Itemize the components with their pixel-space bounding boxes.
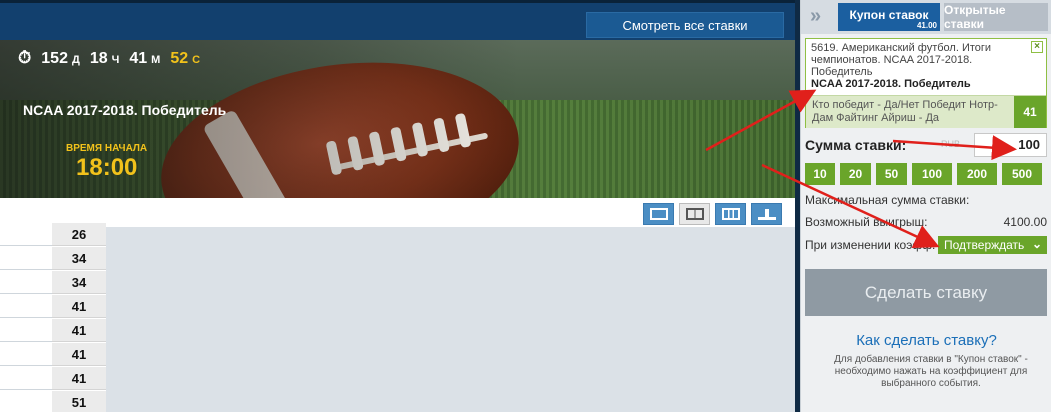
odds-row: 41 (0, 342, 106, 366)
quick-stake-button[interactable]: 200 (957, 163, 997, 185)
timer-hours: 18 (89, 50, 108, 67)
quick-stake-buttons: 10 20 50 100 200 500 (805, 163, 1042, 185)
odd-value[interactable]: 41 (52, 343, 106, 366)
odds-row: 51 (0, 390, 106, 412)
tab-coupon-label: Купон ставок (849, 8, 929, 22)
timer-hours-unit: Ч (111, 54, 120, 66)
countdown-timer: ⏱ 152 Д 18 Ч 41 М 52 С (18, 48, 206, 68)
view-mode-switcher (643, 203, 782, 225)
chevron-down-icon: ⌄ (1031, 237, 1042, 251)
view-three-columns-button[interactable] (715, 203, 746, 225)
stake-label: Сумма ставки: (805, 137, 907, 153)
start-time-value: 18:00 (76, 154, 138, 181)
bet-description: 5619. Американский футбол. Итоги чемпион… (811, 42, 1031, 90)
bet-help-text: Для добавления ставки в "Купон ставок" -… (834, 354, 1028, 389)
bet-selection: Кто победит - Да/Нет Победит Нотр-Дам Фа… (806, 95, 1046, 128)
view-two-columns-button[interactable] (679, 203, 710, 225)
odds-column: 26 34 34 41 41 41 41 51 (0, 222, 106, 412)
possible-win-value: 4100.00 (1003, 215, 1047, 229)
odds-row: 26 (0, 222, 106, 246)
single-column-icon (649, 208, 668, 220)
bet-selection-odd: 41 (1014, 96, 1046, 128)
stake-row: Сумма ставки: RUB 100 (805, 133, 1047, 157)
bet-slip-tabs: » Купон ставок 41.00 Открытые ставки (801, 0, 1051, 34)
quick-stake-button[interactable]: 10 (805, 163, 835, 185)
app-root: Смотреть все ставки ⏱ 152 Д 18 Ч 41 М 52… (0, 0, 1051, 412)
possible-win-label: Возможный выигрыш: (805, 215, 928, 229)
odds-row: 34 (0, 270, 106, 294)
stake-currency: RUB (941, 139, 961, 149)
stopwatch-icon: ⏱ (18, 48, 32, 67)
remove-bet-icon[interactable]: × (1031, 41, 1043, 53)
event-area: Смотреть все ставки ⏱ 152 Д 18 Ч 41 М 52… (0, 0, 795, 412)
stake-input[interactable]: 100 (974, 133, 1047, 157)
odds-row: 41 (0, 294, 106, 318)
bet-event-name: NCAA 2017-2018. Победитель (811, 78, 971, 90)
bet-selection-text: Кто победит - Да/Нет Победит Нотр-Дам Фа… (812, 99, 998, 124)
collapse-chevrons-icon[interactable]: » (810, 5, 821, 28)
event-banner: ⏱ 152 Д 18 Ч 41 М 52 С NCAA 2017-2018. П… (0, 40, 795, 198)
max-stake-label: Максимальная сумма ставки: (805, 193, 970, 207)
view-compact-button[interactable] (751, 203, 782, 225)
odd-value[interactable]: 51 (52, 391, 106, 412)
quick-stake-button[interactable]: 50 (876, 163, 907, 185)
odds-row: 41 (0, 366, 106, 390)
odds-change-label: При изменении коэфф: (805, 238, 936, 252)
tab-coupon-badge: 41.00 (916, 21, 937, 30)
odd-value[interactable]: 26 (52, 223, 106, 246)
start-time-label: Время начала (66, 143, 148, 154)
odd-value[interactable]: 34 (52, 247, 106, 270)
odds-change-select[interactable]: Подтверждать ⌄ (938, 236, 1047, 254)
top-bar: Смотреть все ставки (0, 0, 795, 40)
timer-days-unit: Д (71, 54, 80, 66)
odd-value[interactable]: 41 (52, 319, 106, 342)
quick-stake-button[interactable]: 500 (1002, 163, 1042, 185)
odds-content: 26 34 34 41 41 41 41 51 (0, 198, 795, 412)
timer-seconds: 52 (170, 50, 189, 67)
event-title: NCAA 2017-2018. Победитель (23, 102, 227, 118)
bet-description-text: 5619. Американский футбол. Итоги чемпион… (811, 42, 992, 78)
odds-row: 41 (0, 318, 106, 342)
odd-value[interactable]: 34 (52, 271, 106, 294)
bet-card: 5619. Американский футбол. Итоги чемпион… (805, 38, 1047, 128)
timer-days: 152 (41, 50, 68, 67)
view-all-bets-button[interactable]: Смотреть все ставки (586, 12, 784, 38)
three-columns-icon (721, 208, 740, 220)
odd-value[interactable]: 41 (52, 367, 106, 390)
odds-grid-placeholder (106, 227, 795, 412)
odds-row: 34 (0, 246, 106, 270)
compact-view-icon (757, 208, 776, 220)
timer-minutes: 41 (129, 50, 148, 67)
place-bet-button[interactable]: Сделать ставку (805, 269, 1047, 316)
odd-value[interactable]: 41 (52, 295, 106, 318)
tab-open-bets[interactable]: Открытые ставки (944, 3, 1048, 31)
timer-minutes-unit: М (151, 54, 161, 66)
view-single-column-button[interactable] (643, 203, 674, 225)
odds-change-selected: Подтверждать (944, 238, 1025, 252)
two-columns-icon (685, 208, 704, 220)
quick-stake-button[interactable]: 20 (840, 163, 871, 185)
how-to-bet-link[interactable]: Как сделать ставку? (801, 332, 1051, 349)
quick-stake-button[interactable]: 100 (912, 163, 952, 185)
bet-slip-panel: » Купон ставок 41.00 Открытые ставки 561… (800, 0, 1051, 412)
tab-bet-coupon[interactable]: Купон ставок 41.00 (838, 3, 940, 31)
timer-seconds-unit: С (192, 54, 201, 66)
